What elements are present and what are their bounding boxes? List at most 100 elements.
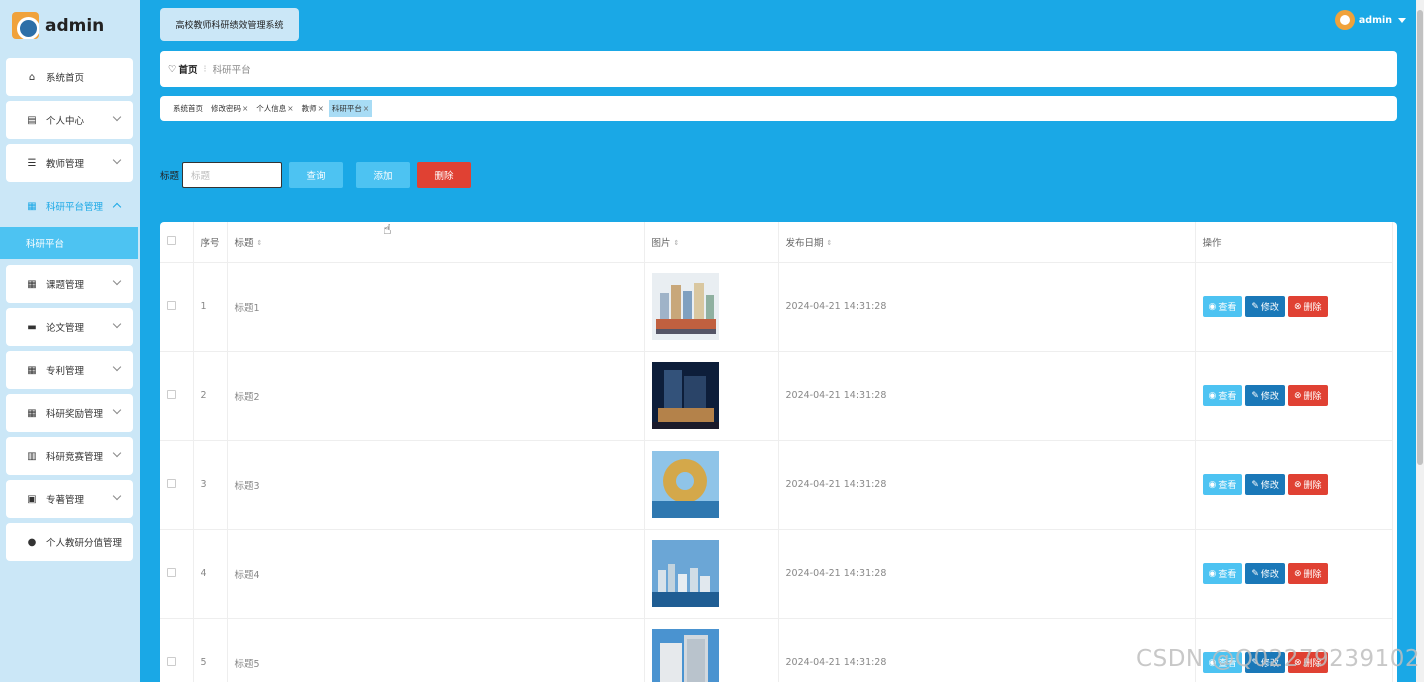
tab-tag[interactable]: 教师× — [299, 100, 327, 117]
header-image[interactable]: 图片 ⇕ — [644, 222, 779, 263]
sidebar-item-3[interactable]: ▦ 科研平台管理 — [6, 187, 133, 225]
close-icon[interactable]: × — [287, 104, 293, 113]
select-all-checkbox[interactable] — [167, 235, 176, 245]
row-delete-button[interactable]: ⊗ 删除 — [1287, 474, 1328, 495]
night-tower-image[interactable] — [651, 362, 778, 429]
logo-text: admin — [45, 15, 105, 36]
tags-bar: 系统首页 修改密码× 个人信息× 教师× 科研平台× — [160, 96, 1397, 121]
close-icon[interactable]: × — [318, 104, 324, 113]
sidebar-item-4[interactable]: ▦ 课题管理 — [6, 265, 133, 303]
logo-avatar-icon — [12, 12, 39, 39]
row-ops: ◉ 查看 ✎ 修改 ⊗ 删除 — [1195, 262, 1393, 352]
waterfront-skyline-image[interactable] — [651, 540, 778, 607]
circle-x-icon: ⊗ — [1293, 568, 1302, 579]
chevron-down-icon — [112, 155, 122, 165]
city-buildings-image[interactable] — [651, 273, 778, 340]
edit-button[interactable]: ✎ 修改 — [1245, 563, 1285, 584]
sort-icon[interactable]: ⇕ — [674, 239, 680, 247]
row-checkbox[interactable] — [167, 478, 176, 488]
edit-button[interactable]: ✎ 修改 — [1245, 385, 1285, 406]
circle-x-icon: ⊗ — [1293, 390, 1302, 401]
view-button[interactable]: ◉ 查看 — [1202, 296, 1243, 317]
tab-tag[interactable]: 修改密码× — [208, 100, 251, 117]
calendar-icon: ▤ — [27, 114, 37, 126]
view-button[interactable]: ◉ 查看 — [1202, 563, 1243, 584]
page-scrollbar[interactable] — [1416, 0, 1424, 682]
scrollbar-thumb[interactable] — [1417, 10, 1423, 465]
row-delete-button[interactable]: ⊗ 删除 — [1287, 296, 1328, 317]
row-date: 2024-04-21 14:31:28 — [778, 529, 1196, 619]
header-title[interactable]: 标题 ⇕ — [227, 222, 645, 263]
tab-tag[interactable]: 个人信息× — [253, 100, 296, 117]
row-index: 1 — [193, 262, 228, 352]
edit-label: 修改 — [1260, 392, 1279, 402]
header-index: 序号 — [193, 222, 228, 263]
delete-label: 删除 — [1303, 481, 1322, 491]
sidebar-item-2[interactable]: ☰ 教师管理 — [6, 144, 133, 182]
table-row: 2 标题2 2024-04-21 14:31:28 ◉ 查看 ✎ 修改 ⊗ 删除 — [160, 351, 1393, 441]
header-date-label: 发布日期 — [785, 237, 824, 249]
home-icon: ⌂ — [28, 71, 36, 83]
sidebar-item-6[interactable]: ▦ 专利管理 — [6, 351, 133, 389]
pencil-icon: ✎ — [1251, 301, 1259, 312]
table-header-row: 序号 标题 ⇕ 图片 ⇕ 发布日期 ⇕ 操作 — [160, 222, 1393, 263]
row-checkbox[interactable] — [167, 567, 176, 577]
eye-icon: ◉ — [1208, 390, 1217, 401]
row-delete-button[interactable]: ⊗ 删除 — [1287, 385, 1328, 406]
sidebar-item-1[interactable]: ▤ 个人中心 — [6, 101, 133, 139]
sidebar-item-10[interactable]: ● 个人教研分值管理 — [6, 523, 133, 561]
sort-icon[interactable]: ⇕ — [827, 239, 833, 247]
sort-icon[interactable]: ⇕ — [257, 239, 263, 247]
tab-tag-label: 教师 — [301, 104, 317, 113]
delete-button[interactable]: 删除 — [417, 162, 472, 188]
sidebar-item-7[interactable]: ▦ 科研奖励管理 — [6, 394, 133, 432]
chevron-down-icon — [112, 319, 122, 329]
header-image-label: 图片 — [651, 237, 671, 249]
view-label: 查看 — [1218, 392, 1237, 402]
row-checkbox[interactable] — [167, 389, 176, 399]
sidebar-item-0[interactable]: ⌂ 系统首页 — [6, 58, 133, 96]
add-button[interactable]: 添加 — [356, 162, 411, 188]
row-checkbox[interactable] — [167, 300, 176, 310]
breadcrumb-home[interactable]: 首页 — [179, 62, 198, 76]
search-row: 标题 标题 查询 添加 删除 — [160, 162, 472, 188]
tab-tag[interactable]: 系统首页 — [170, 100, 206, 117]
sidebar-item-8[interactable]: ▥ 科研竞赛管理 — [6, 437, 133, 475]
tab-tag[interactable]: 科研平台× — [328, 100, 373, 117]
office-building-image[interactable] — [651, 629, 778, 682]
mouse-cursor-icon: ☝ — [383, 222, 392, 238]
query-button[interactable]: 查询 — [289, 162, 344, 188]
grid-icon: ▦ — [27, 200, 37, 212]
table-row: 4 标题4 2024-04-21 14:31:28 ◉ 查看 ✎ 修改 ⊗ 删除 — [160, 529, 1393, 619]
sidebar-item-9[interactable]: ▣ 专著管理 — [6, 480, 133, 518]
chevron-down-icon — [112, 405, 122, 415]
grid-icon: ▦ — [27, 364, 37, 376]
edit-button[interactable]: ✎ 修改 — [1245, 296, 1285, 317]
sidebar-item-5[interactable]: ▬ 论文管理 — [6, 308, 133, 346]
close-icon[interactable]: × — [242, 104, 248, 113]
row-date: 2024-04-21 14:31:28 — [778, 440, 1196, 530]
view-button[interactable]: ◉ 查看 — [1202, 474, 1243, 495]
table-row: 1 标题1 2024-04-21 14:31:28 ◉ 查看 ✎ 修改 ⊗ 删除 — [160, 262, 1393, 352]
logo: admin — [12, 12, 104, 39]
row-checkbox[interactable] — [167, 656, 176, 666]
edit-button[interactable]: ✎ 修改 — [1245, 474, 1285, 495]
user-menu[interactable]: admin — [1334, 10, 1406, 30]
ring-building-image[interactable] — [651, 451, 778, 518]
row-delete-button[interactable]: ⊗ 删除 — [1287, 563, 1328, 584]
ticket-icon: ▣ — [27, 493, 37, 505]
search-input[interactable]: 标题 — [182, 162, 283, 188]
row-title: 标题5 — [227, 618, 645, 682]
close-icon[interactable]: × — [363, 104, 369, 113]
breadcrumb: ♡ 首页 ⁝ 科研平台 — [160, 51, 1397, 87]
breadcrumb-separator: ⁝ — [203, 63, 207, 75]
sidebar-subitem-platform[interactable]: 科研平台 — [0, 227, 138, 259]
sliders-icon: ☰ — [27, 157, 37, 169]
view-button[interactable]: ◉ 查看 — [1202, 385, 1243, 406]
header-date[interactable]: 发布日期 ⇕ — [778, 222, 1196, 263]
header-ops: 操作 — [1195, 222, 1393, 263]
delete-label: 删除 — [1303, 303, 1322, 313]
sidebar-menu: ⌂ 系统首页 ▤ 个人中心 ☰ 教师管理 ▦ 科研平台管理 科研平台 ▦ 课题管理 ▬ 论文管理 ▦ 专利管… — [0, 58, 138, 566]
row-title: 标题2 — [227, 351, 645, 441]
row-image-cell — [644, 351, 779, 441]
